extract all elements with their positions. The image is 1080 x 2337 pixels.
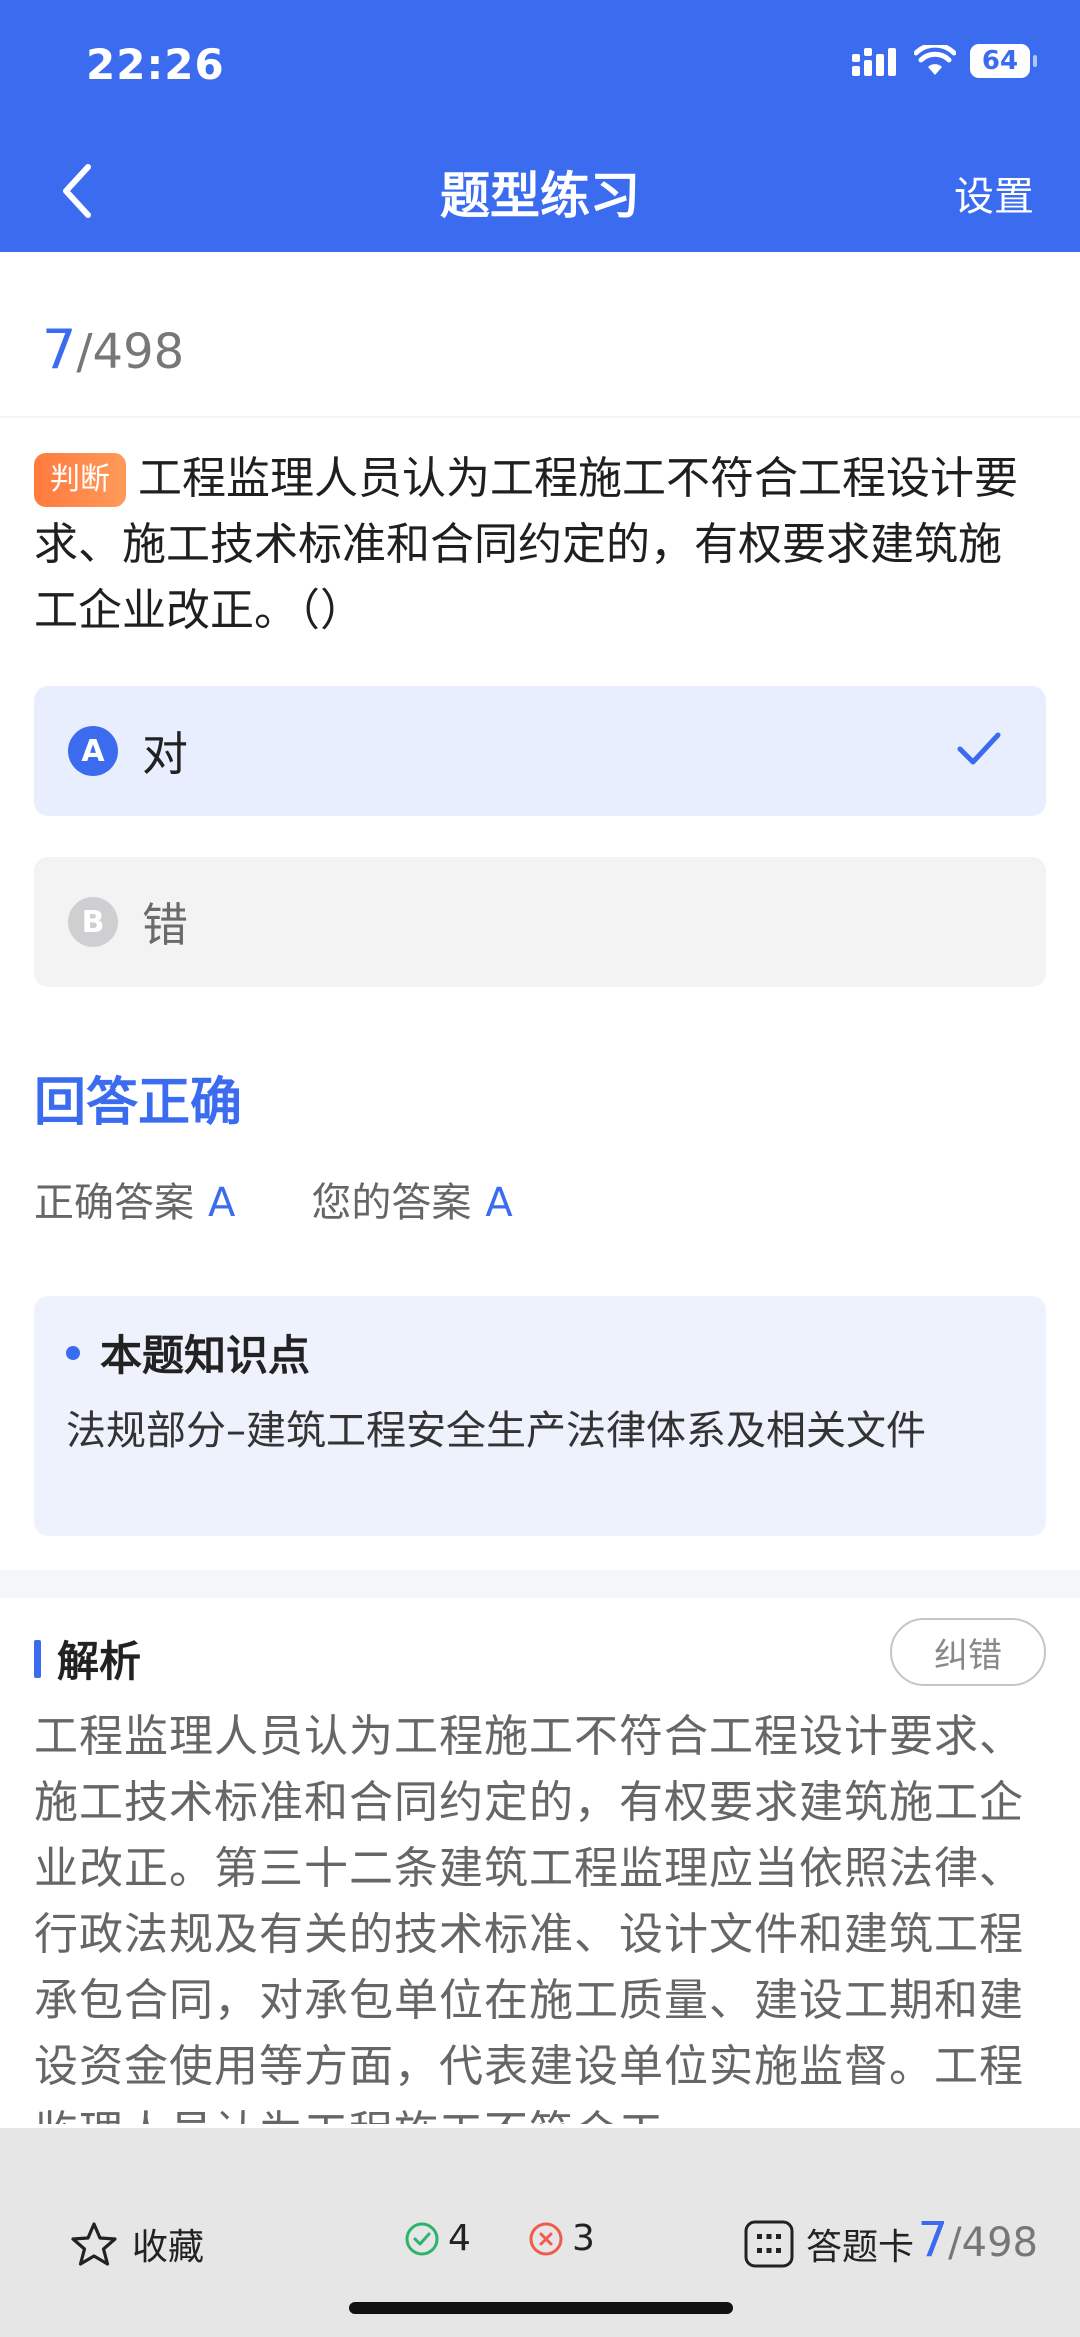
divider bbox=[0, 416, 1080, 418]
correct-count-value: 4 bbox=[448, 2218, 471, 2259]
bottom-total: /498 bbox=[948, 2220, 1038, 2266]
correct-answer-value: A bbox=[208, 1180, 236, 1226]
bullet-dot bbox=[66, 1345, 80, 1360]
wifi-icon bbox=[914, 45, 956, 75]
answer-card-label: 答题卡 bbox=[806, 2227, 915, 2268]
x-circle-icon bbox=[529, 2222, 563, 2255]
title-accent-bar bbox=[34, 1639, 41, 1678]
current-question-number: 7 bbox=[42, 318, 77, 381]
battery-icon: 64 bbox=[970, 44, 1037, 78]
analysis-text: 工程监理人员认为工程施工不符合工程设计要求、施工技术标准和合同约定的，有权要求建… bbox=[34, 1711, 1024, 2124]
signal-icon bbox=[852, 48, 896, 76]
status-icons: 64 bbox=[852, 44, 1037, 78]
option-b-letter: B bbox=[68, 897, 118, 947]
status-time: 22:26 bbox=[86, 40, 225, 89]
section-separator bbox=[0, 1570, 1080, 1598]
grid-icon bbox=[744, 2220, 794, 2268]
option-a-text: 对 bbox=[142, 727, 188, 781]
total-questions: /498 bbox=[76, 324, 185, 380]
wrong-count-value: 3 bbox=[572, 2218, 595, 2259]
question-progress: 7/498 bbox=[42, 318, 184, 381]
favorite-button[interactable]: 收藏 bbox=[70, 2218, 204, 2270]
question-type-tag: 判断 bbox=[34, 453, 126, 507]
correct-answer-label: 正确答案 bbox=[34, 1180, 194, 1226]
analysis-title-text: 解析 bbox=[57, 1637, 142, 1686]
checkmark-icon bbox=[957, 732, 1001, 765]
option-b[interactable]: B 错 bbox=[34, 857, 1046, 987]
option-b-text: 错 bbox=[142, 898, 188, 952]
option-a-letter: A bbox=[68, 726, 118, 776]
report-error-button[interactable]: 纠错 bbox=[890, 1618, 1046, 1686]
analysis-title: 解析 bbox=[34, 1628, 141, 1689]
favorite-label: 收藏 bbox=[132, 2227, 205, 2268]
knowledge-point-title: 本题知识点 bbox=[66, 1322, 1014, 1383]
knowledge-point-card: 本题知识点 法规部分–建筑工程安全生产法律体系及相关文件 bbox=[34, 1296, 1046, 1536]
knowledge-point-title-text: 本题知识点 bbox=[100, 1331, 311, 1380]
result-title: 回答正确 bbox=[34, 1073, 243, 1133]
page-title: 题型练习 bbox=[440, 167, 640, 225]
settings-button[interactable]: 设置 bbox=[954, 164, 1034, 222]
option-a[interactable]: A 对 bbox=[34, 686, 1046, 816]
wrong-count: 3 bbox=[528, 2218, 595, 2259]
question-stem: 判断 工程监理人员认为工程施工不符合工程设计要求、施工技术标准和合同约定的，有权要… bbox=[34, 446, 1034, 644]
check-circle-icon bbox=[405, 2222, 439, 2255]
bottom-progress: 7/498 bbox=[918, 2212, 1038, 2268]
correct-count: 4 bbox=[404, 2218, 471, 2259]
header-bar: 22:26 64 题型练习 设置 bbox=[0, 0, 1080, 252]
answer-summary: 正确答案 A 您的答案 A bbox=[34, 1170, 589, 1228]
knowledge-point-text[interactable]: 法规部分–建筑工程安全生产法律体系及相关文件 bbox=[66, 1401, 966, 1461]
answer-card-button[interactable]: 答题卡 bbox=[744, 2218, 914, 2270]
your-answer-label: 您的答案 bbox=[311, 1180, 472, 1226]
home-indicator[interactable] bbox=[349, 2302, 733, 2314]
your-answer-value: A bbox=[485, 1180, 513, 1226]
star-icon bbox=[71, 2222, 117, 2266]
question-text: 工程监理人员认为工程施工不符合工程设计要求、施工技术标准和合同约定的，有权要求建… bbox=[34, 453, 1018, 636]
bottom-current-number: 7 bbox=[917, 2212, 949, 2268]
